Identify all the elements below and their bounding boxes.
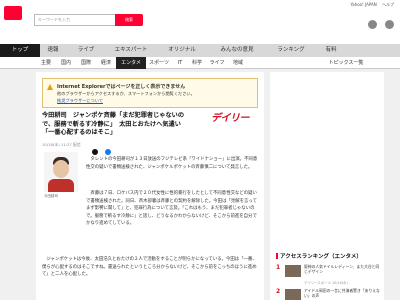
category-main[interactable]: 主要	[36, 57, 56, 69]
ranking-title: アクセスランキング（エンタメ）	[276, 252, 362, 260]
category-economy[interactable]: 経済	[96, 57, 116, 69]
category-sports[interactable]: スポーツ	[146, 57, 172, 69]
ranking-item[interactable]: 1 阪神の人気ドイルレディーン、また大谷と同じデザイン デイリースポーツ 10/…	[276, 264, 380, 290]
article-paragraph-3: ジャンポケットは今後、太田浩久とおたけの２人で活動をすることが明らかになっている…	[42, 257, 257, 278]
topics-list-link[interactable]: トピックス一覧	[324, 57, 368, 69]
warning-text: 他のブラウザーからアクセスするか、スマートフォンから閲覧ください。	[57, 91, 195, 96]
search-input[interactable]: キーワードを入力	[34, 14, 116, 26]
nav-item-paid[interactable]: 有料	[316, 44, 346, 57]
yahoo-japan-link[interactable]: Yahoo! JAPAN	[350, 2, 376, 7]
article-paragraph-1: タレントの今田耕司が１３日放送のフジテレビ系「ワイドナショー」に出演。不同意性交…	[86, 157, 258, 170]
sidebar: アクセスランキング（エンタメ） 1 阪神の人気ドイルレディーン、また大谷と同じデ…	[270, 72, 384, 300]
site-logo[interactable]	[4, 6, 22, 20]
photo-face	[53, 160, 69, 178]
ranking-item[interactable]: 2 アイドル岡田の一言に共演者驚き「ありえない」の声 デイリースポーツ 10/1…	[276, 288, 380, 300]
photo-shirt	[48, 179, 74, 192]
site-header: Yahoo! JAPAN ヘルプ キーワードを入力 検索	[0, 0, 400, 44]
rank-headline: 阪神の人気ドイルレディーン、また大谷と同じデザイン	[304, 264, 380, 275]
category-entertainment[interactable]: エンタメ	[116, 57, 146, 69]
recommended-browser-link[interactable]: 推奨ブラウザーについて	[57, 98, 103, 104]
photo-caption: 今田耕司	[44, 194, 58, 198]
header-icons	[365, 14, 394, 33]
ranking-accent-bar	[276, 253, 278, 259]
nav-item-expert[interactable]: エキスパート	[106, 44, 156, 57]
article-photo[interactable]	[44, 152, 78, 192]
category-international[interactable]: 国際	[76, 57, 96, 69]
top-links: Yahoo! JAPAN ヘルプ	[346, 2, 394, 8]
nav-item-top[interactable]: トップ	[0, 44, 40, 57]
article-paragraph-2: 斉藤は７日、ロケバス内で２０代女性に性的暴行をしたとして不同意性交などの疑いで書…	[86, 191, 257, 227]
rank-source: デイリースポーツ 10/18(水)	[304, 281, 348, 285]
category-it[interactable]: IT	[172, 57, 188, 69]
notification-icon[interactable]	[367, 20, 377, 29]
sidebar-ad-area	[276, 78, 378, 228]
article-main: Internet Explorerではページを正しく表示できません 他のブラウザ…	[36, 72, 264, 300]
ranking-title-text: アクセスランキング（エンタメ）	[280, 254, 362, 260]
category-life[interactable]: ライフ	[206, 57, 228, 69]
rank-thumbnail	[285, 265, 301, 277]
user-icon[interactable]	[385, 20, 394, 29]
category-science[interactable]: 科学	[188, 57, 206, 69]
category-domestic[interactable]: 国内	[56, 57, 76, 69]
nav-item-live[interactable]: ライブ	[66, 44, 106, 57]
x-share-icon[interactable]	[92, 149, 98, 155]
facebook-share-icon[interactable]	[105, 149, 112, 155]
search-button[interactable]: 検索	[115, 14, 143, 26]
rank-headline: アイドル岡田の一言に共演者驚き「ありえない」の声	[304, 288, 380, 299]
nav-item-original[interactable]: オリジナル	[156, 44, 208, 57]
help-link[interactable]: ヘルプ	[382, 2, 394, 7]
nav-item-opinions[interactable]: みんなの意見	[208, 44, 266, 57]
nav-item-flash[interactable]: 速報	[40, 44, 66, 57]
article-meta: 10/18(水) 11:27 配信	[42, 142, 81, 147]
main-nav: トップ 速報 ライブ エキスパート オリジナル みんなの意見 ランキング 有料	[0, 44, 400, 57]
article-headline: 今田耕司 ジャンポケ斉藤「まだ犯罪者じゃないので、服務で斬るす冷静に」 太田とお…	[42, 112, 185, 137]
category-nav: 主要 国内 国際 経済 エンタメ スポーツ IT 科学 ライフ 地域 トピックス…	[0, 57, 400, 69]
ie-warning-banner: Internet Explorerではページを正しく表示できません 他のブラウザ…	[42, 78, 258, 108]
rank-number: 1	[276, 264, 281, 271]
rank-number: 2	[276, 288, 281, 295]
category-region[interactable]: 地域	[228, 57, 248, 69]
rank-thumbnail	[285, 289, 301, 300]
warning-title: Internet Explorerではページを正しく表示できません	[57, 84, 186, 90]
source-logo[interactable]: デイリー	[202, 110, 258, 128]
nav-item-ranking[interactable]: ランキング	[266, 44, 316, 57]
warning-icon	[47, 84, 53, 90]
